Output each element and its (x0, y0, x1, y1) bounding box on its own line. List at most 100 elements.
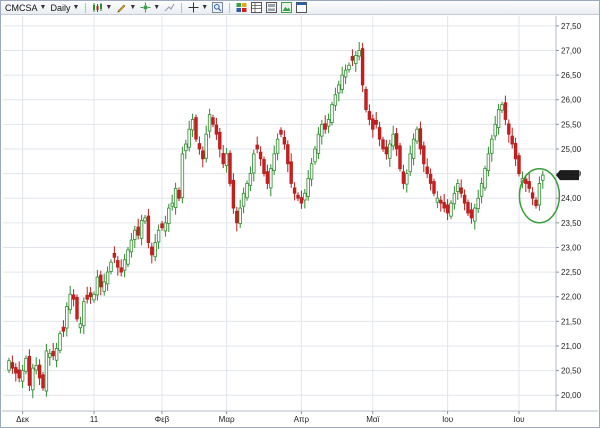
candle (58, 330, 62, 354)
candle (303, 188, 307, 209)
candle (371, 114, 375, 138)
candle-body (292, 187, 297, 194)
candle (136, 218, 140, 240)
candle-body (425, 166, 429, 175)
candle-body (92, 293, 96, 301)
time-axis-labels: Δεκ 11 Φεβ Μαρ Απρ Μαϊ Ιου Ιου (16, 411, 525, 424)
candle (377, 121, 382, 147)
candle-body (371, 118, 375, 130)
candle-body (170, 202, 174, 207)
candle (323, 115, 327, 134)
candle-body (405, 173, 409, 185)
candle (500, 101, 504, 114)
candle (428, 168, 433, 191)
candle-body (476, 197, 480, 210)
candle-body (173, 187, 178, 208)
candle (340, 66, 344, 94)
candle (187, 120, 191, 152)
candle-body (459, 187, 463, 194)
candle-body (490, 138, 494, 154)
candle (31, 363, 35, 399)
candle-body (95, 276, 100, 296)
candle-body (401, 171, 406, 184)
candle (20, 364, 25, 389)
candle-body (126, 249, 130, 265)
candle (122, 254, 127, 278)
candle-body (347, 64, 351, 70)
candle (435, 191, 440, 208)
candle (173, 182, 178, 215)
candle (262, 156, 266, 177)
candle (221, 144, 225, 169)
candle (241, 187, 246, 214)
candle-body (85, 294, 89, 300)
candle-body (119, 267, 123, 273)
candle-body (486, 153, 491, 171)
candle-body (367, 111, 372, 120)
candle-body (313, 148, 317, 163)
candle (364, 86, 368, 113)
candle-body (445, 204, 450, 214)
candle-body (493, 123, 497, 137)
price-tick-label: 23,50 (561, 219, 582, 228)
candle (473, 203, 477, 230)
candle (119, 259, 123, 277)
candle (401, 164, 406, 190)
candle (116, 256, 120, 276)
candle (269, 164, 273, 197)
candle-body (296, 194, 300, 199)
candle (357, 42, 361, 61)
candle-body (139, 219, 144, 239)
candle (330, 101, 334, 126)
candle-body (452, 192, 457, 205)
candle (466, 199, 470, 216)
time-tick-label: Μαρ (219, 415, 235, 424)
candle-body (65, 306, 69, 329)
candle (92, 291, 96, 303)
candle (14, 363, 18, 382)
candle (313, 146, 317, 165)
candle-body (58, 333, 62, 351)
candle-body (388, 143, 392, 159)
candle (343, 64, 348, 85)
candle (459, 179, 463, 198)
candle (483, 165, 487, 191)
candle-body (316, 133, 321, 154)
candle-body (112, 252, 117, 258)
candle-body (10, 362, 15, 369)
candle-body (214, 124, 219, 135)
candle (374, 111, 378, 129)
price-tick-label: 25,00 (561, 145, 582, 154)
candle (105, 266, 110, 291)
candle-body (14, 367, 18, 374)
candle (48, 349, 52, 366)
candle (456, 179, 460, 200)
price-tick-label: 22,50 (561, 268, 582, 277)
candle-body (374, 120, 378, 125)
candle (153, 234, 157, 262)
candle (530, 187, 535, 206)
candle (150, 242, 154, 264)
candle-body (211, 117, 215, 125)
candle-body (473, 207, 477, 222)
candle (316, 127, 321, 160)
price-axis-labels: 20,00 20,50 21,00 21,50 22,00 22,50 23,00 23,50… (556, 22, 582, 400)
candle (167, 203, 171, 232)
candle-body (354, 55, 358, 64)
candle (479, 177, 484, 204)
candle (405, 169, 409, 193)
candle-body (218, 131, 222, 150)
candle-body (428, 173, 433, 184)
candle (255, 136, 259, 154)
candle (534, 197, 538, 209)
candle (408, 145, 412, 177)
candle-body (360, 48, 365, 86)
price-tick-label: 26,50 (561, 71, 582, 80)
candle (95, 269, 100, 301)
candle (61, 320, 66, 337)
candle-body (469, 209, 474, 219)
price-chart[interactable]: 20,00 20,50 21,00 21,50 22,00 22,50 23,00 23,50… (0, 0, 600, 428)
candle-body (102, 281, 106, 292)
candle (517, 152, 521, 177)
candle (347, 62, 351, 73)
